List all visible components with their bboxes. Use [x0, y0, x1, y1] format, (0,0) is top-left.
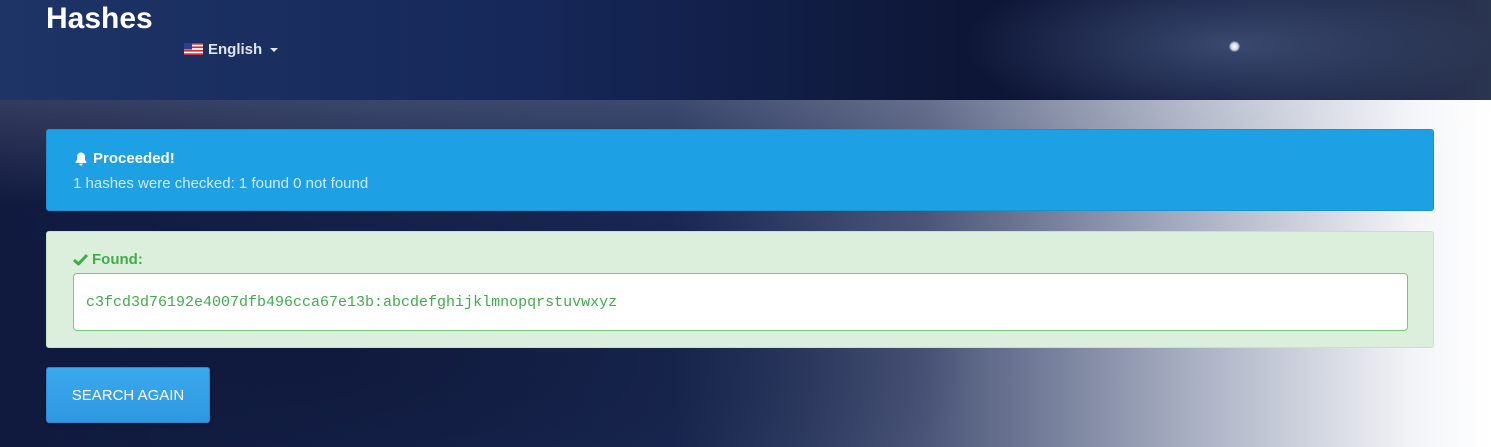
found-alert: Found: c3fcd3d76192e4007dfb496cca67e13b:…: [46, 231, 1434, 348]
language-dropdown[interactable]: English: [184, 39, 279, 59]
star-decoration: [1229, 41, 1240, 52]
info-alert-title: Proceeded!: [93, 150, 175, 167]
result-output[interactable]: c3fcd3d76192e4007dfb496cca67e13b:abcdefg…: [73, 273, 1408, 331]
chevron-down-icon: [270, 48, 279, 52]
found-alert-title: Found:: [92, 251, 143, 268]
search-again-button[interactable]: SEARCH AGAIN: [46, 367, 210, 423]
info-alert: Proceeded! 1 hashes were checked: 1 foun…: [46, 129, 1434, 211]
language-label: English: [208, 40, 263, 58]
check-icon: [73, 253, 88, 266]
bell-icon: [75, 152, 87, 165]
info-alert-message: 1 hashes were checked: 1 found 0 not fou…: [73, 175, 369, 192]
header: Hashes English: [0, 0, 1491, 100]
us-flag-icon: [184, 43, 203, 55]
site-title[interactable]: Hashes: [46, 2, 153, 36]
